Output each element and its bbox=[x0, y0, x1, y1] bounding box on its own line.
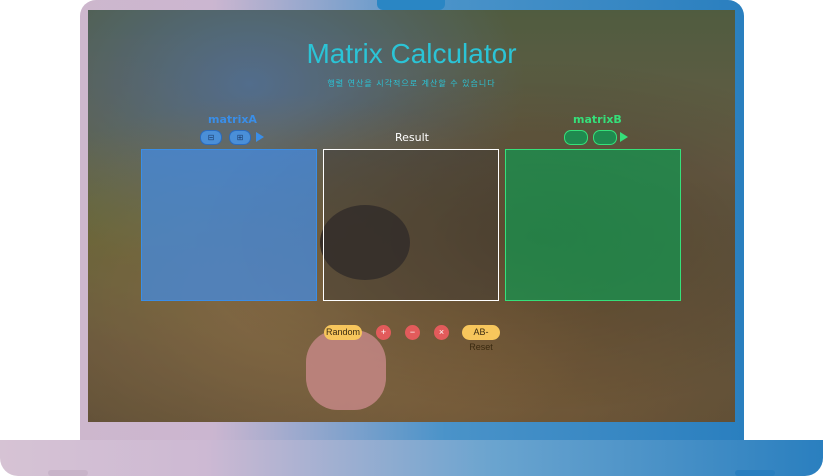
page-subtitle: 행렬 연산을 시각적으로 계산할 수 있습니다 bbox=[327, 79, 496, 88]
matrix-a-play-icon[interactable] bbox=[256, 132, 264, 142]
matrix-b-play-icon[interactable] bbox=[620, 132, 628, 142]
matrix-a-remove-button[interactable]: ⊟ bbox=[200, 130, 222, 145]
matrix-b-remove-button[interactable] bbox=[564, 130, 588, 145]
matrix-b-panel[interactable] bbox=[505, 149, 681, 301]
laptop-foot-right bbox=[735, 470, 775, 476]
matrix-b-add-button[interactable] bbox=[593, 130, 617, 145]
background-dog-mouth bbox=[306, 330, 386, 410]
matrix-b-label: matrixB bbox=[573, 113, 622, 126]
subtract-button[interactable]: − bbox=[405, 325, 420, 340]
matrix-a-label: matrixA bbox=[208, 113, 257, 126]
add-button[interactable]: + bbox=[376, 325, 391, 340]
random-button[interactable]: Random bbox=[324, 325, 362, 340]
laptop-foot-left bbox=[48, 470, 88, 476]
result-label: Result bbox=[395, 131, 429, 144]
matrix-a-add-button[interactable]: ⊞ bbox=[229, 130, 251, 145]
laptop-base bbox=[0, 440, 823, 476]
ab-reset-button[interactable]: AB-Reset bbox=[462, 325, 500, 352]
laptop-notch bbox=[377, 0, 445, 10]
page-title: Matrix Calculator bbox=[306, 38, 517, 69]
multiply-button[interactable]: × bbox=[434, 325, 449, 340]
result-panel bbox=[323, 149, 499, 301]
matrix-a-panel[interactable] bbox=[141, 149, 317, 301]
